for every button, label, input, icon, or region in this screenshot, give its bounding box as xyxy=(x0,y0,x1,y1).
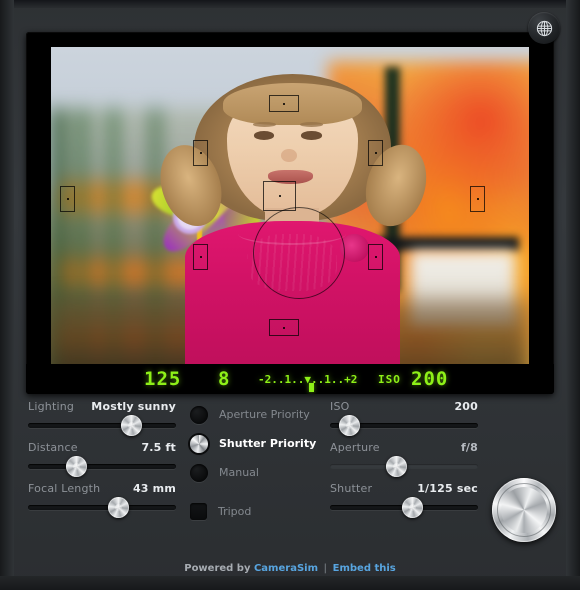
camerasim-link[interactable]: CameraSim xyxy=(254,563,318,574)
af-point-left-outer[interactable] xyxy=(60,186,75,212)
af-point-right-lower[interactable] xyxy=(368,244,383,270)
camerasim-app: 125 8 -2..1..▼..1..+2 ISO 200 Lighting M… xyxy=(0,0,580,590)
iso-label: ISO xyxy=(330,400,350,413)
focal-length-value: 43 mm xyxy=(132,482,176,495)
exposure-controls-column: ISO 200 Aperture f/8 Shutter 1/125 sec xyxy=(330,400,478,523)
af-point-center[interactable] xyxy=(263,181,296,211)
aperture-slider-handle xyxy=(386,456,408,477)
af-point-top[interactable] xyxy=(269,95,299,112)
distance-slider-handle[interactable] xyxy=(66,456,88,477)
focal-length-slider-handle[interactable] xyxy=(107,497,129,518)
iso-slider-handle[interactable] xyxy=(338,415,360,436)
distance-label: Distance xyxy=(28,441,78,454)
footer-prefix: Powered by xyxy=(184,563,251,574)
lcd-iso-label: ISO xyxy=(378,372,401,386)
scene-controls-column: Lighting Mostly sunny Distance 7.5 ft Fo… xyxy=(28,400,176,523)
checkbox-icon-tripod[interactable] xyxy=(190,503,207,520)
subject-nose xyxy=(281,148,297,162)
lighting-slider-handle[interactable] xyxy=(121,415,143,436)
embed-this-link[interactable]: Embed this xyxy=(333,563,396,574)
lighting-label: Lighting xyxy=(28,400,75,413)
globe-icon[interactable] xyxy=(528,12,560,44)
lcd-aperture: 8 xyxy=(218,368,231,390)
footer-separator: | xyxy=(323,563,328,574)
viewfinder: 125 8 -2..1..▼..1..+2 ISO 200 xyxy=(26,32,554,394)
af-point-left-upper[interactable] xyxy=(193,140,208,166)
lighting-slider-track[interactable] xyxy=(28,415,176,436)
shutter-label: Shutter xyxy=(330,482,373,495)
aperture-control: Aperture f/8 xyxy=(330,441,478,482)
shell-top-edge xyxy=(0,0,580,8)
mode-manual-label: Manual xyxy=(219,466,259,479)
shutter-control: Shutter 1/125 sec xyxy=(330,482,478,523)
tripod-label: Tripod xyxy=(218,505,252,518)
shutter-value: 1/125 sec xyxy=(417,482,478,495)
aperture-value: f/8 xyxy=(460,441,478,454)
mode-shutter-priority-label: Shutter Priority xyxy=(219,437,317,450)
aperture-label: Aperture xyxy=(330,441,380,454)
mode-manual[interactable]: Manual xyxy=(190,458,320,487)
mode-shutter-priority[interactable]: Shutter Priority xyxy=(190,429,320,458)
lcd-exposure-indicator xyxy=(309,383,314,392)
iso-control: ISO 200 xyxy=(330,400,478,441)
af-point-bottom[interactable] xyxy=(269,319,299,336)
af-point-left-lower[interactable] xyxy=(193,244,208,270)
tripod-toggle[interactable]: Tripod xyxy=(190,497,320,526)
mode-selector: Aperture Priority Shutter Priority Manua… xyxy=(190,400,320,526)
lighting-control: Lighting Mostly sunny xyxy=(28,400,176,441)
lcd-shutter-speed: 125 xyxy=(144,368,182,390)
shutter-slider-track[interactable] xyxy=(330,497,478,518)
lcd-iso-value: 200 xyxy=(411,368,449,390)
distance-value: 7.5 ft xyxy=(141,441,176,454)
focal-length-label: Focal Length xyxy=(28,482,101,495)
lighting-value: Mostly sunny xyxy=(91,400,176,413)
focal-length-slider-track[interactable] xyxy=(28,497,176,518)
aperture-slider-track xyxy=(330,456,478,477)
af-point-right-outer[interactable] xyxy=(470,186,485,212)
distance-slider-track[interactable] xyxy=(28,456,176,477)
shutter-release-button[interactable] xyxy=(492,478,556,542)
iso-value: 200 xyxy=(454,400,478,413)
control-panel: Lighting Mostly sunny Distance 7.5 ft Fo… xyxy=(0,400,580,550)
radio-icon-manual[interactable] xyxy=(190,463,208,482)
radio-icon-aperture-priority[interactable] xyxy=(190,405,208,424)
subject-eye-right xyxy=(301,131,322,140)
distance-control: Distance 7.5 ft xyxy=(28,441,176,482)
subject-eye-left xyxy=(254,131,275,140)
shutter-slider-handle[interactable] xyxy=(402,497,424,518)
viewfinder-status-bar: 125 8 -2..1..▼..1..+2 ISO 200 xyxy=(26,364,554,394)
focal-length-control: Focal Length 43 mm xyxy=(28,482,176,523)
metering-circle xyxy=(253,207,345,299)
lcd-exposure-meter: -2..1..▼..1..+2 xyxy=(258,372,358,386)
radio-icon-shutter-priority[interactable] xyxy=(190,434,208,453)
iso-slider-track[interactable] xyxy=(330,415,478,436)
mode-aperture-priority-label: Aperture Priority xyxy=(219,408,310,421)
shell-bottom-edge xyxy=(0,576,580,590)
viewfinder-photo xyxy=(51,47,529,387)
af-point-right-upper[interactable] xyxy=(368,140,383,166)
mode-aperture-priority[interactable]: Aperture Priority xyxy=(190,400,320,429)
footer: Powered by CameraSim | Embed this xyxy=(0,563,580,574)
